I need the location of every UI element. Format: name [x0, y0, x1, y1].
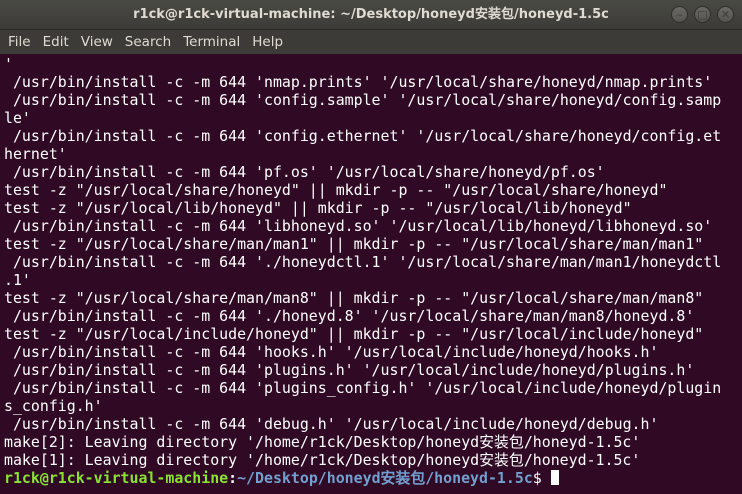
terminal-line: /usr/bin/install -c -m 644 'config.sampl…: [4, 91, 722, 109]
menu-bar: File Edit View Search Terminal Help: [0, 30, 742, 54]
terminal-line: /usr/bin/install -c -m 644 'nmap.prints'…: [4, 73, 713, 91]
menu-edit[interactable]: Edit: [37, 30, 75, 54]
menu-file[interactable]: File: [2, 30, 37, 54]
terminal-line: test -z "/usr/local/include/honeyd" || m…: [4, 325, 704, 343]
terminal-line: /usr/bin/install -c -m 644 './honeydctl.…: [4, 253, 722, 271]
terminal-output-area[interactable]: ' /usr/bin/install -c -m 644 'nmap.print…: [0, 54, 742, 494]
prompt-path: ~/Desktop/honeyd安装包/honeyd-1.5c: [237, 469, 533, 487]
terminal-line: /usr/bin/install -c -m 644 'config.ether…: [4, 127, 722, 145]
window-controls: – □ ✕: [671, 6, 734, 23]
terminal-window: r1ck@r1ck-virtual-machine: ~/Desktop/hon…: [0, 0, 742, 494]
terminal-line: .1': [4, 271, 31, 289]
prompt-separator: :: [228, 469, 238, 487]
menu-terminal[interactable]: Terminal: [177, 30, 246, 54]
terminal-line: /usr/bin/install -c -m 644 'plugins.h' '…: [4, 361, 695, 379]
terminal-line: test -z "/usr/local/share/man/man1" || m…: [4, 235, 704, 253]
shell-prompt[interactable]: r1ck@r1ck-virtual-machine:~/Desktop/hone…: [4, 469, 740, 487]
terminal-line: /usr/bin/install -c -m 644 './honeyd.8' …: [4, 307, 695, 325]
terminal-line: make[2]: Leaving directory '/home/r1ck/D…: [4, 433, 641, 451]
terminal-line: test -z "/usr/local/share/man/man8" || m…: [4, 289, 704, 307]
terminal-line: test -z "/usr/local/lib/honeyd" || mkdir…: [4, 199, 632, 217]
text-cursor: [550, 470, 559, 485]
terminal-line: test -z "/usr/local/share/honeyd" || mkd…: [4, 181, 668, 199]
menu-view[interactable]: View: [75, 30, 119, 54]
terminal-line: /usr/bin/install -c -m 644 'libhoneyd.so…: [4, 217, 713, 235]
terminal-content: ' /usr/bin/install -c -m 644 'nmap.print…: [4, 55, 740, 487]
terminal-line: s_config.h': [4, 397, 103, 415]
terminal-line: hernet': [4, 145, 67, 163]
terminal-line: make[1]: Leaving directory '/home/r1ck/D…: [4, 451, 641, 469]
prompt-symbol: $: [532, 469, 551, 487]
prompt-user-host: r1ck@r1ck-virtual-machine: [4, 469, 229, 487]
menu-search[interactable]: Search: [119, 30, 177, 54]
terminal-line: le': [4, 109, 31, 127]
terminal-line: ': [4, 55, 13, 73]
terminal-line: /usr/bin/install -c -m 644 'hooks.h' '/u…: [4, 343, 659, 361]
maximize-button[interactable]: □: [694, 6, 711, 23]
minimize-button[interactable]: –: [671, 6, 688, 23]
terminal-line: /usr/bin/install -c -m 644 'plugins_conf…: [4, 379, 722, 397]
menu-help[interactable]: Help: [246, 30, 289, 54]
close-button[interactable]: ✕: [717, 6, 734, 23]
terminal-line: /usr/bin/install -c -m 644 'pf.os' '/usr…: [4, 163, 605, 181]
title-bar[interactable]: r1ck@r1ck-virtual-machine: ~/Desktop/hon…: [0, 0, 742, 30]
terminal-line: /usr/bin/install -c -m 644 'debug.h' '/u…: [4, 415, 659, 433]
window-title: r1ck@r1ck-virtual-machine: ~/Desktop/hon…: [133, 7, 609, 22]
